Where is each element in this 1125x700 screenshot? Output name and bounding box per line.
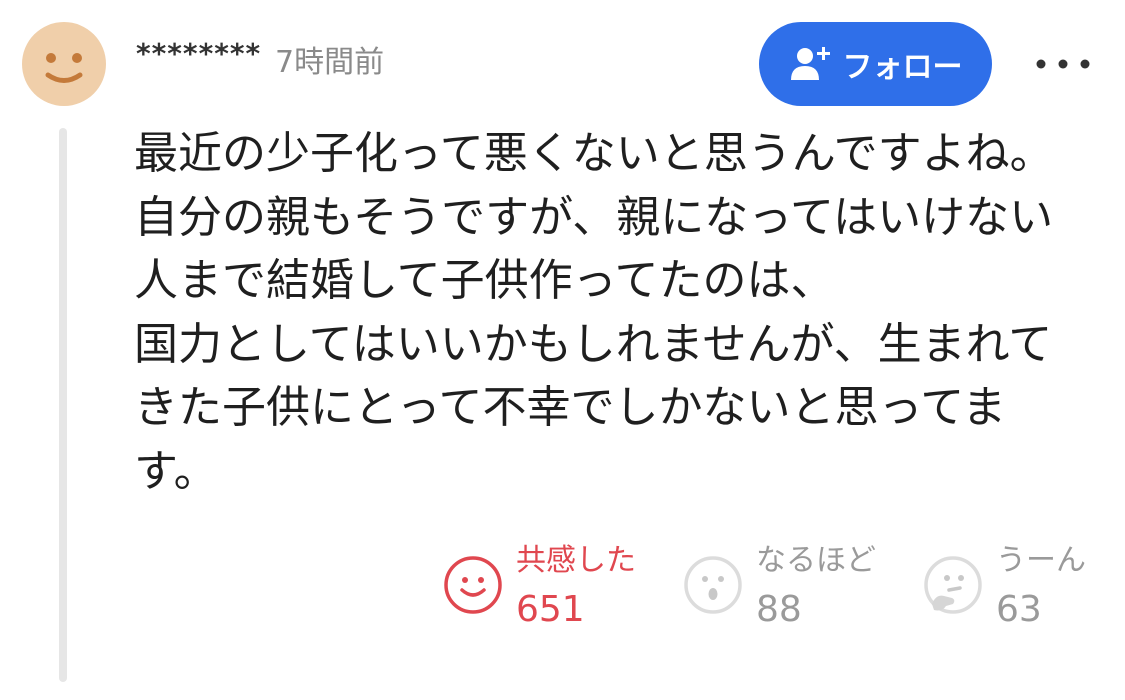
comment-line: 人まで結婚して子供作ってたのは、: [134, 255, 835, 306]
reaction-naruhodo-button[interactable]: なるほど 88: [682, 540, 902, 640]
follow-button[interactable]: フォロー: [759, 22, 992, 106]
reaction-uun-count: 63: [996, 589, 1042, 630]
more-horizontal-icon: [1036, 59, 1090, 69]
reaction-naruhodo-count: 88: [756, 589, 802, 630]
reaction-empathy-button[interactable]: 共感した 651: [442, 540, 662, 640]
username[interactable]: ********: [136, 40, 261, 68]
reaction-uun-button[interactable]: うーん 63: [922, 540, 1112, 640]
reaction-empathy-count: 651: [516, 589, 585, 630]
thread-line: [59, 128, 67, 682]
smiley-avatar-icon: [45, 53, 83, 83]
comment-line: 最近の少子化って悪くないと思うんですよね。: [134, 128, 1054, 179]
comment-line: 自分の親もそうですが、親になってはいけない: [134, 191, 1054, 243]
reaction-empathy-label: 共感した: [516, 543, 636, 578]
user-plus-icon: [789, 44, 833, 84]
comment-line: す。: [134, 445, 218, 497]
timestamp: 7時間前: [275, 45, 385, 80]
avatar[interactable]: [22, 22, 106, 106]
comment-line: きた子供にとって不幸でしかないと思ってま: [134, 382, 1007, 433]
reaction-naruhodo-label: なるほど: [756, 543, 876, 578]
reaction-uun-label: うーん: [996, 543, 1086, 578]
comment-body: 最近の少子化って悪くないと思うんですよね。 自分の親もそうですが、親になってはい…: [134, 122, 1094, 503]
more-options-button[interactable]: [1030, 44, 1096, 84]
thinking-icon: [922, 554, 984, 616]
comment-line: 国力としてはいいかもしれませんが、生まれて: [134, 318, 1053, 370]
surprised-icon: [682, 554, 744, 616]
follow-label: フォロー: [842, 50, 963, 85]
smile-icon: [442, 554, 504, 616]
